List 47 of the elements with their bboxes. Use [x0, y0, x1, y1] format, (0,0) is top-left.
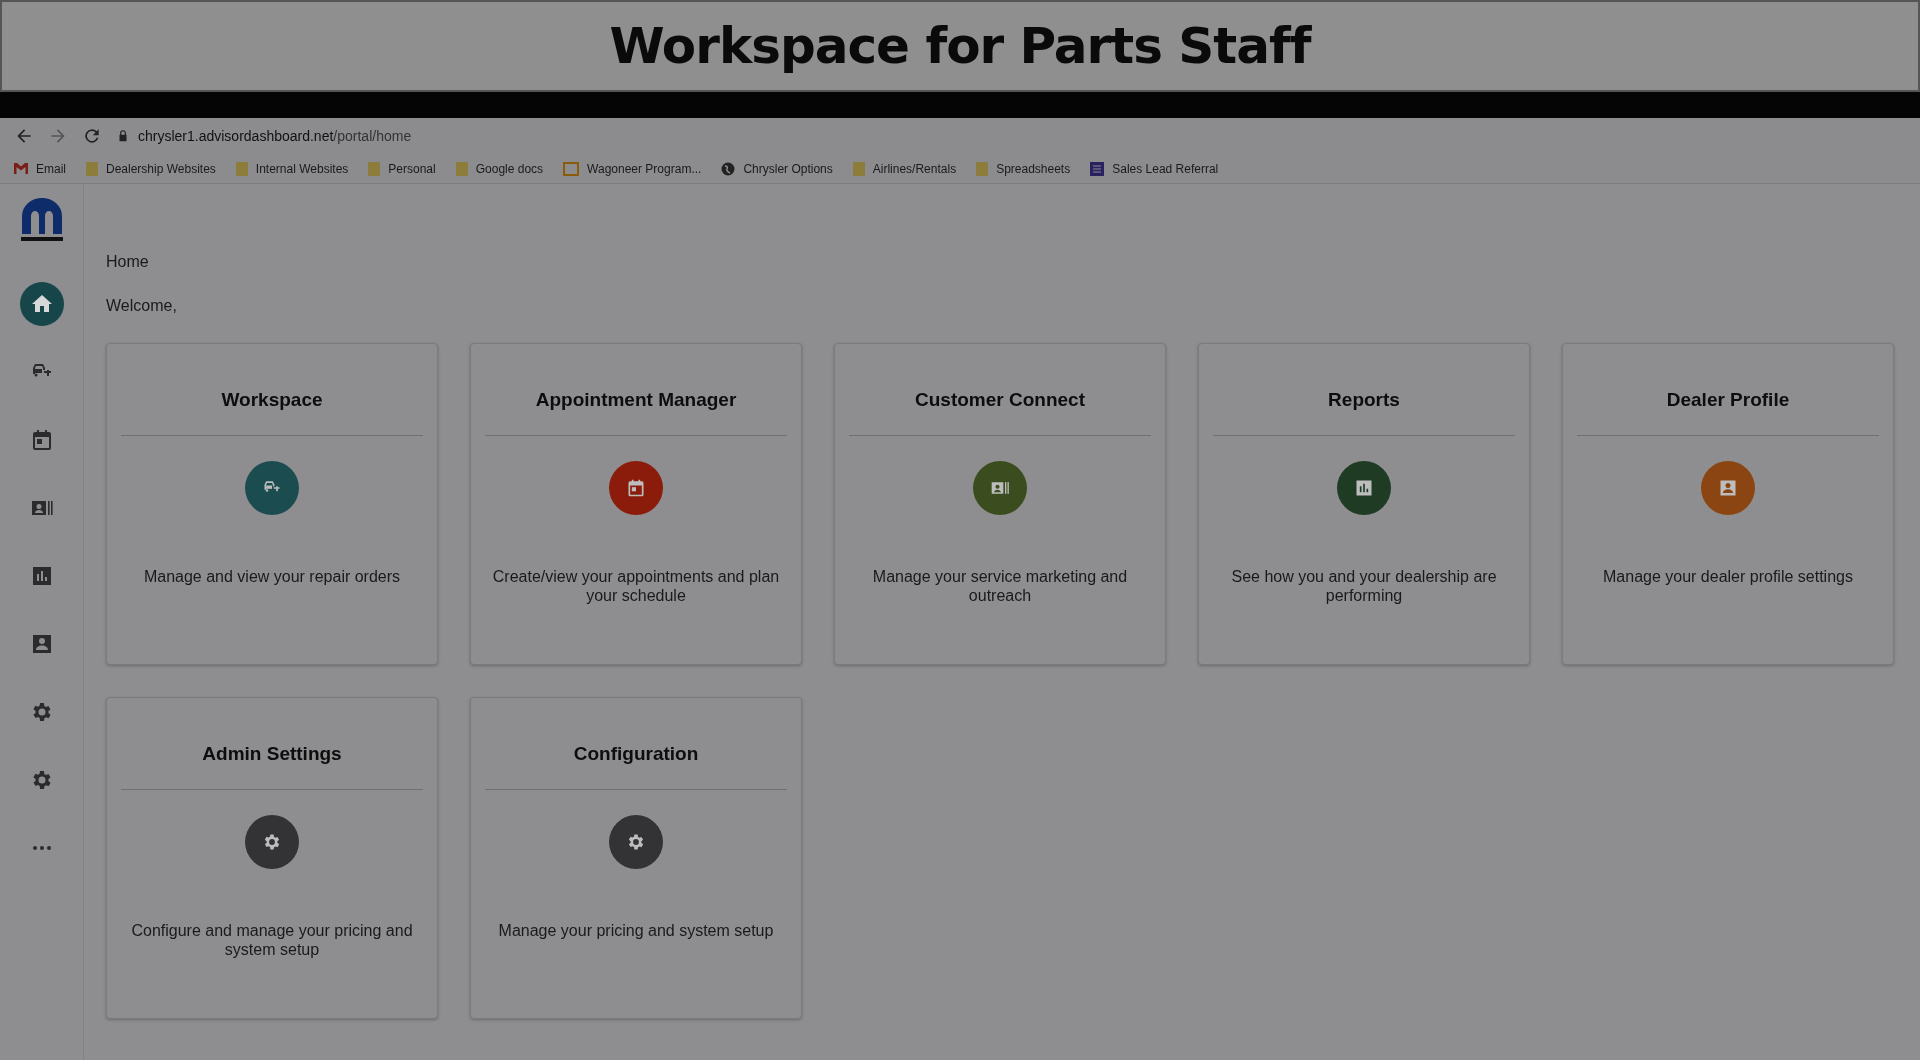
app-card[interactable]: Admin Settings Configure and manage your pricing and system setup [106, 697, 438, 1019]
folder-icon [86, 161, 98, 176]
app-card[interactable]: Appointment Manager Create/view your appointments and plan your schedule [470, 343, 802, 665]
card-title: Reports [1328, 389, 1400, 412]
card-title: Admin Settings [202, 743, 342, 766]
card-title: Configuration [573, 743, 699, 766]
card-description: Manage and view your repair orders [143, 567, 401, 587]
app-card[interactable]: Dealer Profile Manage your dealer profile settings [1562, 343, 1894, 665]
more-icon [32, 846, 51, 850]
bookmark-link[interactable]: Email [14, 159, 66, 178]
bookmark-link[interactable]: Wagoneer Program... [563, 159, 702, 178]
bookmark-link[interactable]: Google docs [455, 159, 544, 178]
breadcrumb[interactable]: Home [106, 250, 1894, 274]
card-title: Dealer Profile [1666, 389, 1790, 412]
bookmark-link[interactable]: Internal Websites [235, 159, 349, 178]
folder-icon [368, 161, 381, 176]
app-card[interactable]: Workspace Manage and view your repair orders [106, 343, 438, 665]
frame-icon [563, 161, 580, 176]
app-card[interactable]: Configuration Manage your pricing and system setup [470, 697, 802, 1019]
reload-icon[interactable] [82, 126, 102, 146]
folder-icon [976, 161, 989, 176]
card-description: Manage your pricing and system setup [498, 921, 774, 941]
card-title: Appointment Manager [535, 389, 737, 412]
app-card[interactable]: Customer Connect Manage your service marketing and outreach [834, 343, 1166, 665]
card-title: Customer Connect [915, 389, 1085, 412]
card-title: Workspace [221, 389, 323, 412]
bookmark-link[interactable]: Spreadsheets [976, 159, 1071, 178]
card-description: See how you and your dealership are performing [1230, 567, 1498, 606]
bookmark-link[interactable]: Personal [368, 159, 436, 178]
card-description: Manage your service marketing and outreach [871, 567, 1129, 606]
address-field[interactable]: chrysler1.advisordashboard.net/portal/home [138, 125, 412, 147]
welcome-text: Welcome, [106, 296, 178, 316]
list-icon [1090, 161, 1105, 176]
folder-icon [235, 161, 248, 176]
mail-icon [14, 163, 28, 174]
bookmark-link[interactable]: Chrysler Options [721, 159, 833, 178]
banner-title: Workspace for Parts Staff [609, 16, 1311, 76]
card-description: Configure and manage your pricing and system setup [130, 921, 414, 960]
bookmark-link[interactable]: Sales Lead Referral [1090, 159, 1219, 178]
card-description: Create/view your appointments and plan your schedule [491, 567, 781, 606]
sidebar-item[interactable] [19, 282, 64, 326]
folder-icon [455, 161, 468, 176]
card-description: Manage your dealer profile settings [1603, 567, 1853, 587]
bookmark-link[interactable]: Dealership Websites [86, 159, 216, 178]
folder-icon [852, 161, 865, 176]
app-card[interactable]: Reports See how you and your dealership are performing [1198, 343, 1530, 665]
bookmark-link[interactable]: Airlines/Rentals [852, 159, 957, 178]
